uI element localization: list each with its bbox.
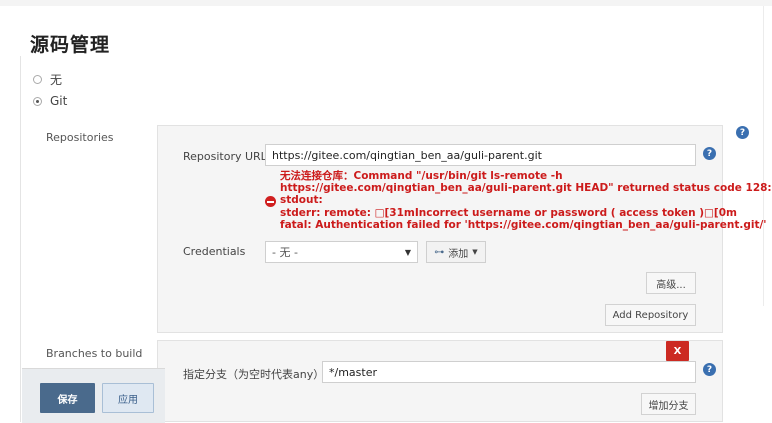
save-button[interactable]: 保存 xyxy=(40,383,95,413)
error-line: stderr: remote: □[31mIncorrect username … xyxy=(280,206,737,219)
repository-error-message: 无法连接仓库：Command "/usr/bin/git ls-remote -… xyxy=(280,170,772,231)
error-line: stdout: xyxy=(280,194,323,207)
key-icon: ⊶ xyxy=(434,246,445,258)
scm-option-git[interactable]: Git xyxy=(33,94,67,108)
radio-git[interactable] xyxy=(33,96,42,106)
error-line: 无法连接仓库：Command "/usr/bin/git ls-remote -… xyxy=(280,170,563,182)
right-guide xyxy=(763,6,764,306)
repository-url-input[interactable]: https://gitee.com/qingtian_ben_aa/guli-p… xyxy=(265,144,696,166)
branch-specifier-label: 指定分支（为空时代表any） xyxy=(183,368,325,381)
question-icon[interactable]: ? xyxy=(703,363,716,376)
left-guide xyxy=(20,56,21,422)
repositories-label: Repositories xyxy=(46,131,114,144)
advanced-button[interactable]: 高级... xyxy=(646,272,696,294)
add-credentials-label: 添加 xyxy=(448,248,469,260)
scm-option-label: Git xyxy=(50,94,68,108)
add-credentials-button[interactable]: ⊶ 添加 ▼ xyxy=(426,241,486,263)
scm-option-none[interactable]: 无 xyxy=(33,71,62,88)
caret-down-icon: ▼ xyxy=(472,248,478,256)
repository-url-label: Repository URL xyxy=(183,150,267,163)
branches-label: Branches to build xyxy=(46,347,143,360)
error-line: https://gitee.com/qingtian_ben_aa/guli-p… xyxy=(280,182,772,195)
error-icon xyxy=(265,196,276,207)
delete-branch-button[interactable]: X xyxy=(666,341,689,361)
error-line: fatal: Authentication failed for 'https:… xyxy=(280,218,767,231)
scm-option-label: 无 xyxy=(50,73,63,87)
top-rule xyxy=(0,0,772,6)
credentials-select[interactable]: - 无 - ▼ xyxy=(265,241,418,263)
section-title: 源码管理 xyxy=(30,34,111,56)
add-repository-button[interactable]: Add Repository xyxy=(605,304,696,326)
branch-specifier-input[interactable]: */master xyxy=(322,361,696,383)
caret-down-icon: ▼ xyxy=(404,247,411,257)
question-icon[interactable]: ? xyxy=(703,147,716,160)
question-icon[interactable]: ? xyxy=(736,126,749,139)
credentials-label: Credentials xyxy=(183,245,246,258)
credentials-value: - 无 - xyxy=(272,246,298,259)
apply-button[interactable]: 应用 xyxy=(102,383,154,413)
radio-none[interactable] xyxy=(33,75,42,84)
add-branch-button[interactable]: 增加分支 xyxy=(641,393,696,415)
